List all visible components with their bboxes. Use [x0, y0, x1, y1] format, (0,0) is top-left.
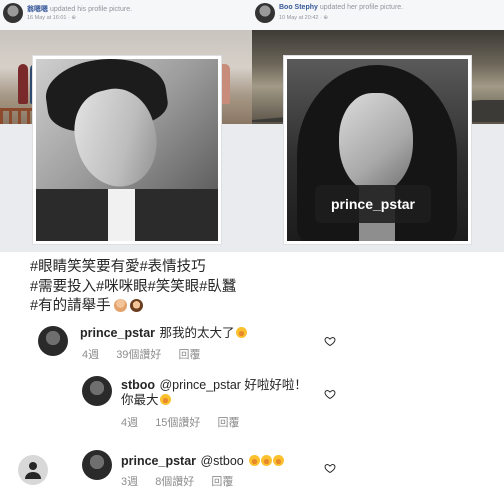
- comment-avatar[interactable]: [82, 376, 112, 406]
- raising-hand-woman-emoji-icon: [129, 299, 143, 312]
- fb-post-timestamp[interactable]: 16 May at 16:01 ·: [27, 15, 71, 21]
- profile-photo-woman: prince_pstar: [287, 59, 468, 241]
- caption-hashtags-line[interactable]: #眼睛笑笑要有愛#表情技巧: [30, 258, 310, 278]
- raising-hand-emoji-icon: [113, 299, 127, 312]
- comment-username[interactable]: prince_pstar: [80, 326, 155, 340]
- comment-time: 3週: [121, 476, 139, 488]
- person-silhouette-icon: [25, 462, 41, 479]
- reply-button[interactable]: 回覆: [218, 417, 240, 429]
- fb-post-action: updated his profile picture.: [49, 6, 133, 13]
- heart-outline-icon[interactable]: [324, 388, 336, 400]
- fb-profile-picture-frame[interactable]: prince_pstar: [283, 55, 472, 245]
- comment-item: prince_pstar @stboo 3週 8個讚好 回覆: [0, 448, 504, 490]
- post-caption: #眼睛笑笑要有愛#表情技巧 #需要投入#咪咪眼#笑笑眼#臥蠶 #有的請舉手: [30, 258, 310, 317]
- comment-likes[interactable]: 8個讚好: [155, 476, 194, 488]
- fb-author-avatar[interactable]: [3, 3, 23, 23]
- facebook-posts-screenshot: 翁嗯嗯 updated his profile picture. 16 May …: [0, 0, 504, 252]
- reply-button[interactable]: 回覆: [211, 476, 233, 488]
- comment-text: @prince_pstar 好啦好啦！: [159, 378, 307, 392]
- fb-post-action: updated her profile picture.: [319, 4, 404, 11]
- comment-likes[interactable]: 39個讚好: [116, 349, 161, 361]
- heart-outline-icon[interactable]: [324, 462, 336, 474]
- laughing-emoji-icon: [249, 455, 261, 466]
- comment-text-continued: 你最大: [121, 393, 159, 407]
- heart-outline-icon[interactable]: [324, 335, 336, 347]
- grinning-sweat-emoji-icon: [159, 394, 171, 405]
- laughing-emoji-icon: [273, 455, 285, 466]
- globe-icon: ⊕: [323, 15, 328, 21]
- photo-username-tag: prince_pstar: [315, 185, 431, 223]
- fb-author-avatar[interactable]: [255, 3, 275, 23]
- fb-post-header: Boo Stephy updated her profile picture. …: [252, 0, 504, 30]
- fb-profile-picture-frame[interactable]: [32, 55, 222, 245]
- comment-item: prince_pstar 那我的太大了 4週 39個讚好 回覆: [0, 322, 504, 362]
- crowd-person: [18, 64, 28, 104]
- reply-button[interactable]: 回覆: [179, 349, 201, 361]
- comment-avatar[interactable]: [82, 450, 112, 480]
- comment-time: 4週: [82, 349, 100, 361]
- comment-time: 4週: [121, 417, 139, 429]
- globe-icon: ⊕: [71, 15, 76, 21]
- comment-username[interactable]: stboo: [121, 378, 155, 392]
- caption-hashtag[interactable]: #有的請舉手: [30, 298, 111, 314]
- fb-post-left: 翁嗯嗯 updated his profile picture. 16 May …: [0, 0, 252, 252]
- comment-avatar[interactable]: [38, 326, 68, 356]
- caption-hashtags-line: #有的請舉手: [30, 297, 310, 317]
- fb-author-name[interactable]: Boo Stephy: [279, 4, 318, 11]
- fb-post-right: Boo Stephy updated her profile picture. …: [252, 0, 504, 252]
- laughing-emoji-icon: [261, 455, 273, 466]
- profile-photo-man: [36, 59, 218, 241]
- fb-author-name[interactable]: 翁嗯嗯: [27, 6, 48, 13]
- comment-username[interactable]: prince_pstar: [121, 454, 196, 468]
- grinning-sweat-emoji-icon: [235, 327, 247, 338]
- comment-text: @stboo: [200, 454, 244, 468]
- comment-likes[interactable]: 15個讚好: [155, 417, 200, 429]
- fb-post-header: 翁嗯嗯 updated his profile picture. 16 May …: [0, 0, 252, 30]
- user-avatar-icon[interactable]: [18, 455, 48, 485]
- fb-post-timestamp[interactable]: 10 May at 20:42 ·: [279, 15, 323, 21]
- caption-hashtags-line[interactable]: #需要投入#咪咪眼#笑笑眼#臥蠶: [30, 278, 310, 298]
- comment-text: 那我的太大了: [159, 326, 235, 340]
- comment-reply-item: stboo @prince_pstar 好啦好啦！ 你最大 4週 15個讚好 回…: [0, 372, 504, 430]
